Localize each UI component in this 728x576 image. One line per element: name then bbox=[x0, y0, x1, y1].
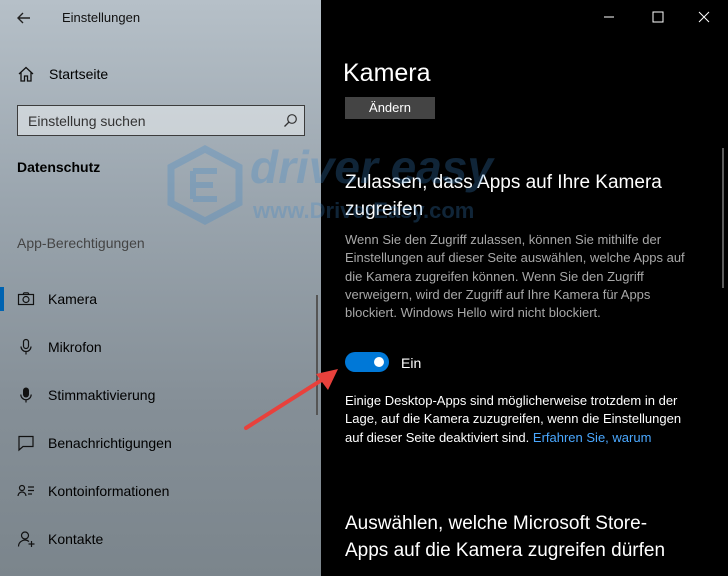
group-title: App-Berechtigungen bbox=[17, 235, 145, 251]
sidebar-item-home[interactable]: Startseite bbox=[0, 58, 321, 90]
section-heading: Zulassen, dass Apps auf Ihre Kamera zugr… bbox=[345, 172, 662, 220]
toggle-knob bbox=[374, 357, 384, 367]
back-arrow-icon[interactable] bbox=[14, 8, 34, 28]
section-title: Datenschutz bbox=[17, 159, 101, 175]
camera-icon bbox=[17, 292, 35, 306]
notifications-icon bbox=[18, 435, 34, 452]
close-button[interactable] bbox=[681, 4, 727, 30]
main-content: Kamera Ändern Zulassen, dass Apps auf Ih… bbox=[321, 0, 728, 576]
annotation-arrow-icon bbox=[244, 369, 338, 430]
sidebar-item-label: Kamera bbox=[48, 291, 98, 307]
main-scrollbar[interactable] bbox=[722, 148, 724, 288]
voice-activation-icon bbox=[20, 387, 32, 403]
search-box[interactable] bbox=[17, 105, 305, 136]
learn-why-link[interactable]: Erfahren Sie, warum bbox=[533, 430, 652, 445]
sidebar-item-kamera[interactable]: Kamera bbox=[0, 279, 316, 319]
section-description: Wenn Sie den Zugriff zulassen, können Si… bbox=[345, 232, 685, 321]
sidebar-item-label: Benachrichtigungen bbox=[48, 435, 172, 451]
page-title: Kamera bbox=[343, 59, 431, 87]
maximize-button[interactable] bbox=[635, 4, 681, 30]
minimize-button[interactable] bbox=[586, 4, 632, 30]
search-icon[interactable] bbox=[283, 113, 298, 128]
maximize-icon bbox=[652, 11, 664, 23]
microphone-icon bbox=[20, 338, 32, 355]
sidebar-item-label: Kontakte bbox=[48, 531, 104, 547]
toggle-state-label: Ein bbox=[401, 355, 422, 371]
store-apps-heading: Auswählen, welche Microsoft Store-Apps a… bbox=[345, 513, 666, 561]
close-icon bbox=[698, 11, 710, 23]
sidebar-item-label: Mikrofon bbox=[48, 339, 102, 355]
change-button[interactable]: Ändern bbox=[345, 97, 435, 119]
search-input[interactable] bbox=[18, 106, 268, 135]
sidebar-item-label: Startseite bbox=[49, 66, 109, 82]
sidebar-item-kontoinformationen[interactable]: Kontoinformationen bbox=[0, 471, 316, 511]
minimize-icon bbox=[604, 16, 614, 18]
sidebar-item-label: Kontoinformationen bbox=[48, 483, 170, 499]
desktop-apps-note: Einige Desktop-Apps sind möglicherweise … bbox=[345, 392, 695, 447]
home-icon bbox=[18, 66, 34, 82]
title-bar: Einstellungen bbox=[0, 0, 321, 34]
sidebar-item-label: Stimmaktivierung bbox=[48, 387, 156, 403]
sidebar: Einstellungen Startseite Datenschutz App… bbox=[0, 0, 321, 576]
account-info-icon bbox=[17, 484, 34, 497]
camera-access-toggle[interactable] bbox=[345, 352, 389, 372]
app-title: Einstellungen bbox=[62, 10, 141, 25]
sidebar-item-kontakte[interactable]: Kontakte bbox=[0, 519, 316, 559]
contacts-icon bbox=[17, 531, 35, 547]
